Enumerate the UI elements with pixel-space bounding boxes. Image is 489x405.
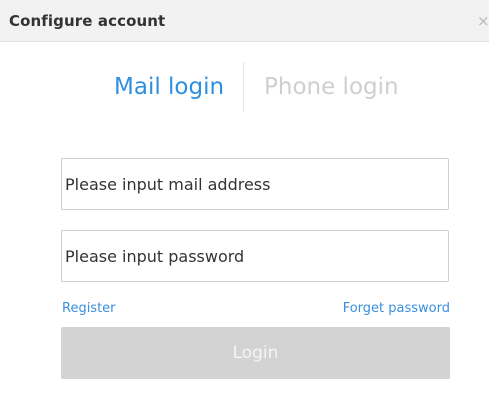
tab-phone-login[interactable]: Phone login <box>264 74 399 100</box>
mail-address-input[interactable] <box>61 158 449 210</box>
login-button[interactable]: Login <box>61 327 450 379</box>
close-icon[interactable]: × <box>477 13 489 29</box>
dialog-title: Configure account <box>9 12 166 30</box>
configure-account-dialog: Configure account × Mail login Phone log… <box>0 0 489 405</box>
tab-divider <box>243 62 244 112</box>
register-link[interactable]: Register <box>62 301 116 316</box>
title-bar: Configure account × <box>0 0 489 42</box>
password-input[interactable] <box>61 230 449 282</box>
tab-mail-login[interactable]: Mail login <box>114 74 224 100</box>
forget-password-link[interactable]: Forget password <box>343 301 450 316</box>
login-tabs: Mail login Phone login <box>0 62 489 112</box>
